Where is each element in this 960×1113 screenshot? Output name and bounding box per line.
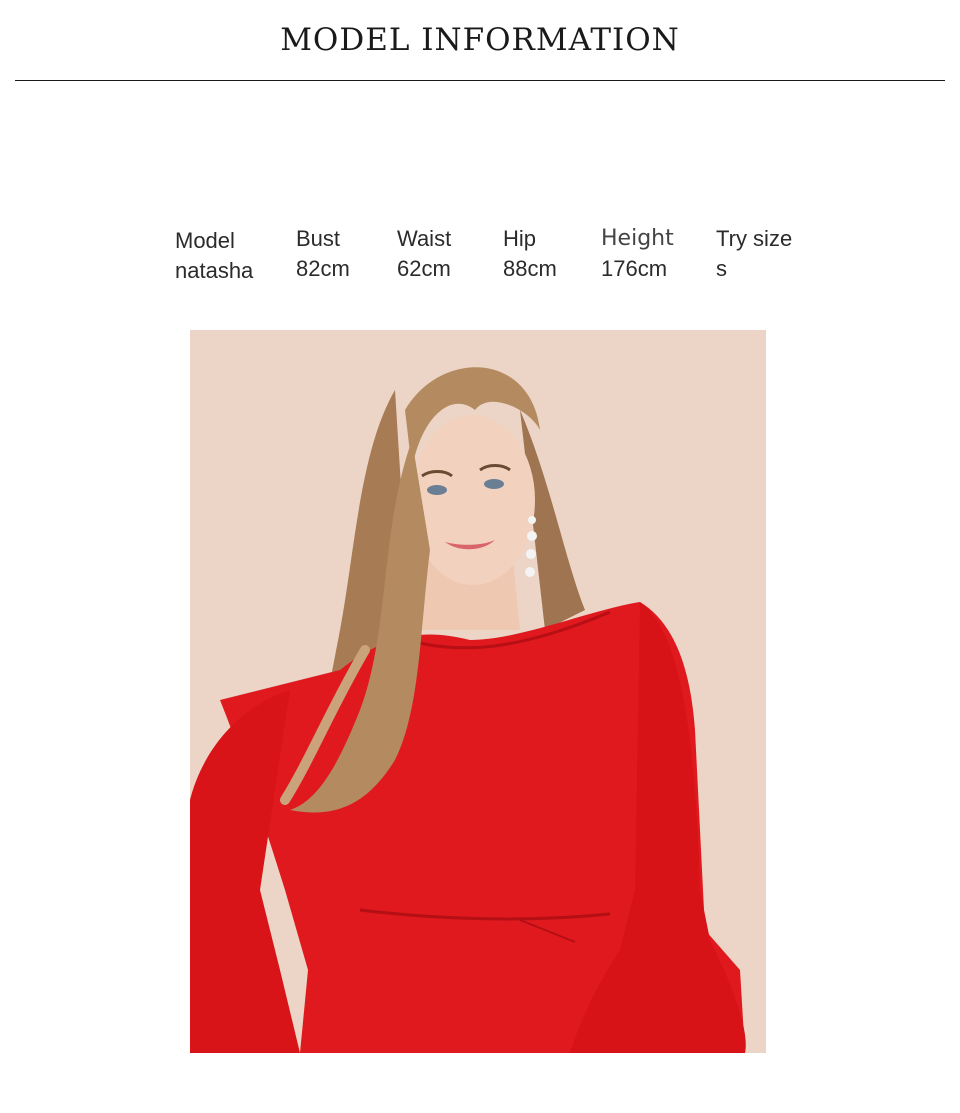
model-photo xyxy=(190,330,766,1053)
stat-waist-value: 62cm xyxy=(397,256,451,281)
stat-model: Model natasha xyxy=(175,226,253,286)
stat-height-label: Height xyxy=(601,226,674,251)
stat-bust: Bust 82cm xyxy=(296,224,350,284)
model-photo-illustration xyxy=(190,330,766,1053)
stat-hip: Hip 88cm xyxy=(503,224,557,284)
title-divider xyxy=(15,80,945,81)
stat-height: Height 176cm xyxy=(601,224,674,284)
stat-bust-value: 82cm xyxy=(296,256,350,281)
stat-hip-label: Hip xyxy=(503,226,537,251)
stat-waist: Waist 62cm xyxy=(397,224,451,284)
section-title: MODEL INFORMATION xyxy=(280,22,680,58)
stat-bust-label: Bust xyxy=(296,226,341,251)
stat-try-size-label: Try size xyxy=(716,226,793,251)
stat-model-label: Model xyxy=(175,228,235,253)
stat-height-value: 176cm xyxy=(601,256,668,281)
stat-try-size: Try size s xyxy=(716,224,792,284)
stat-waist-label: Waist xyxy=(397,226,452,251)
stat-hip-value: 88cm xyxy=(503,256,557,281)
stat-model-value: natasha xyxy=(175,258,254,283)
stat-try-size-value: s xyxy=(716,256,727,281)
